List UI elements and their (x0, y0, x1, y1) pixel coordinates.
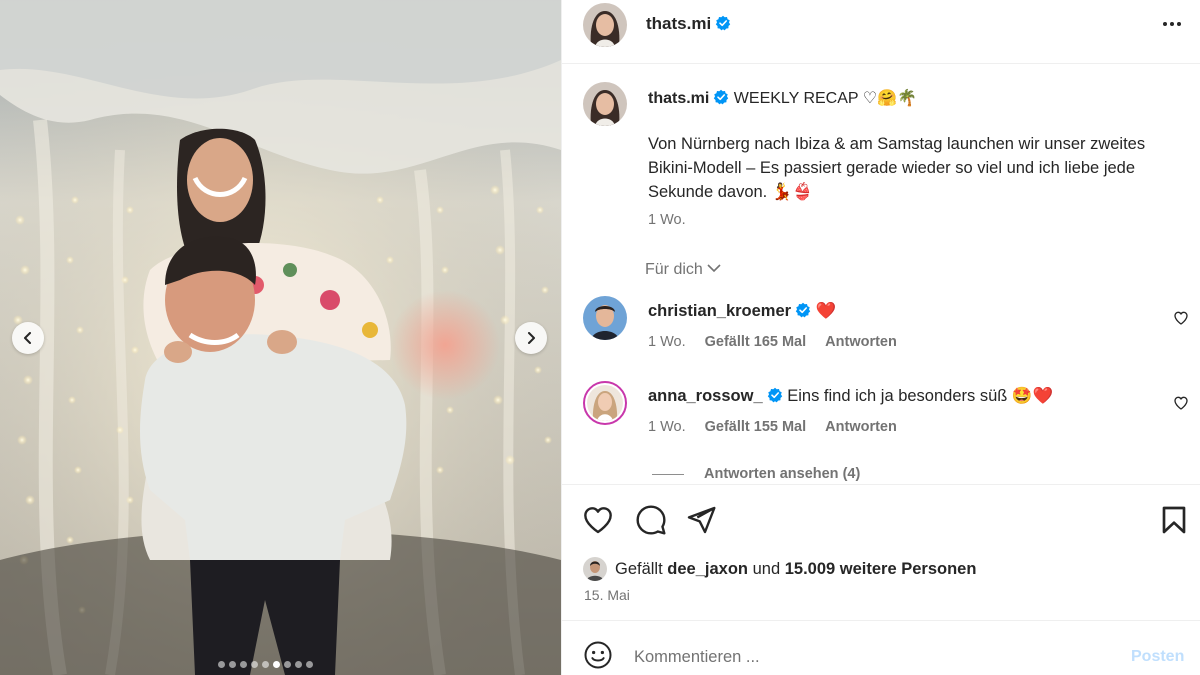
verified-badge-icon (795, 302, 811, 318)
carousel-dot (251, 661, 258, 668)
post-panel: thats.mi thats.mi WEEKLY RECAP ♡🤗🌴 Von N… (561, 0, 1200, 675)
carousel-dot (273, 661, 280, 668)
comment-text: anna_rossow_ Eins find ich ja besonders … (648, 387, 1053, 406)
caption-headline: WEEKLY RECAP ♡🤗🌴 (733, 90, 917, 107)
add-comment-bar: Posten (562, 620, 1200, 675)
comment-icon[interactable] (635, 504, 667, 536)
verified-badge-icon (767, 387, 782, 403)
comment-avatar[interactable] (583, 296, 627, 340)
comment-sort-label: Für dich (645, 261, 703, 278)
caption-text: Von Nürnberg nach Ibiza & am Samstag lau… (648, 135, 1146, 201)
carousel-dot (284, 661, 291, 668)
carousel-dot (240, 661, 247, 668)
comment-username[interactable]: christian_kroemer (648, 302, 791, 320)
chevron-down-icon (707, 264, 721, 273)
comment-avatar[interactable] (583, 381, 627, 425)
likes-prefix: Gefällt (615, 559, 663, 578)
view-replies-button[interactable]: Antworten ansehen (4) (652, 466, 860, 482)
carousel-prev-button[interactable] (12, 322, 44, 354)
verified-badge-icon (715, 15, 731, 31)
comment-sort-dropdown[interactable]: Für dich (645, 261, 721, 279)
view-replies-label: Antworten ansehen (4) (704, 466, 861, 482)
comment-body: Eins find ich ja besonders süß 🤩❤️ (787, 387, 1054, 405)
avatar-image (587, 385, 623, 421)
carousel-dot (262, 661, 269, 668)
author-username-text[interactable]: thats.mi (646, 14, 711, 33)
comment-meta: 1 Wo. Gefällt 165 Mal Antworten (648, 334, 897, 350)
more-horizontal-icon-dot (1163, 22, 1167, 26)
post-photo[interactable] (0, 0, 561, 675)
more-horizontal-icon-dot (1177, 22, 1181, 26)
carousel-dot (306, 661, 313, 668)
avatar-image (583, 296, 627, 340)
caption-header: thats.mi WEEKLY RECAP ♡🤗🌴 (648, 88, 1178, 108)
caption-author-avatar[interactable] (583, 82, 627, 126)
comment-reply-button[interactable]: Antworten (825, 419, 897, 435)
avatar-image (583, 3, 627, 47)
carousel-dot (229, 661, 236, 668)
comment-timestamp[interactable]: 1 Wo. (648, 419, 686, 435)
carousel-dot (218, 661, 225, 668)
emoji-icon[interactable] (583, 640, 613, 670)
caption-timestamp[interactable]: 1 Wo. (648, 212, 686, 228)
comment-heart-icon[interactable] (1173, 395, 1189, 411)
post-actions: Gefällt dee_jaxon und 15.009 weitere Per… (562, 484, 1200, 620)
avatar-image (583, 557, 607, 581)
comments-section[interactable]: thats.mi WEEKLY RECAP ♡🤗🌴 Von Nürnberg n… (562, 64, 1200, 484)
post-image (0, 0, 561, 675)
comment-likes-count[interactable]: Gefällt 155 Mal (705, 419, 807, 435)
replies-divider-line (652, 473, 684, 475)
comment-reply-button[interactable]: Antworten (825, 334, 897, 350)
comment-meta: 1 Wo. Gefällt 155 Mal Antworten (648, 419, 897, 435)
heart-icon[interactable] (582, 504, 614, 536)
comment-likes-count[interactable]: Gefällt 165 Mal (705, 334, 807, 350)
more-options-button[interactable] (1159, 13, 1185, 35)
comment-input[interactable] (634, 645, 1094, 669)
comment-timestamp[interactable]: 1 Wo. (648, 334, 686, 350)
comment-username[interactable]: anna_rossow_ (648, 387, 763, 405)
likes-summary[interactable]: Gefällt dee_jaxon und 15.009 weitere Per… (583, 557, 976, 581)
chevron-right-icon (528, 332, 535, 344)
liker-username[interactable]: dee_jaxon (667, 560, 748, 579)
verified-badge-icon (714, 89, 729, 105)
comment-text: christian_kroemer ❤️ (648, 302, 836, 321)
author-avatar[interactable] (583, 3, 627, 47)
post-header: thats.mi (562, 0, 1200, 64)
share-icon[interactable] (685, 504, 717, 536)
liker-avatar[interactable] (583, 557, 607, 581)
post-date[interactable]: 15. Mai (584, 587, 630, 603)
carousel-dot (295, 661, 302, 668)
comment-heart-icon[interactable] (1173, 310, 1189, 326)
caption-author-username[interactable]: thats.mi (648, 90, 709, 107)
carousel-next-button[interactable] (515, 322, 547, 354)
avatar-image (583, 82, 627, 126)
likes-joiner: und (752, 559, 781, 578)
post-comment-button[interactable]: Posten (1131, 648, 1184, 666)
carousel-indicator (218, 661, 313, 668)
chevron-left-icon (24, 332, 31, 344)
comment-body: ❤️ (815, 302, 837, 320)
likes-others-count[interactable]: 15.009 weitere Personen (785, 560, 977, 579)
more-horizontal-icon-dot (1170, 22, 1174, 26)
bookmark-icon[interactable] (1158, 504, 1190, 536)
author-username[interactable]: thats.mi (646, 14, 731, 34)
